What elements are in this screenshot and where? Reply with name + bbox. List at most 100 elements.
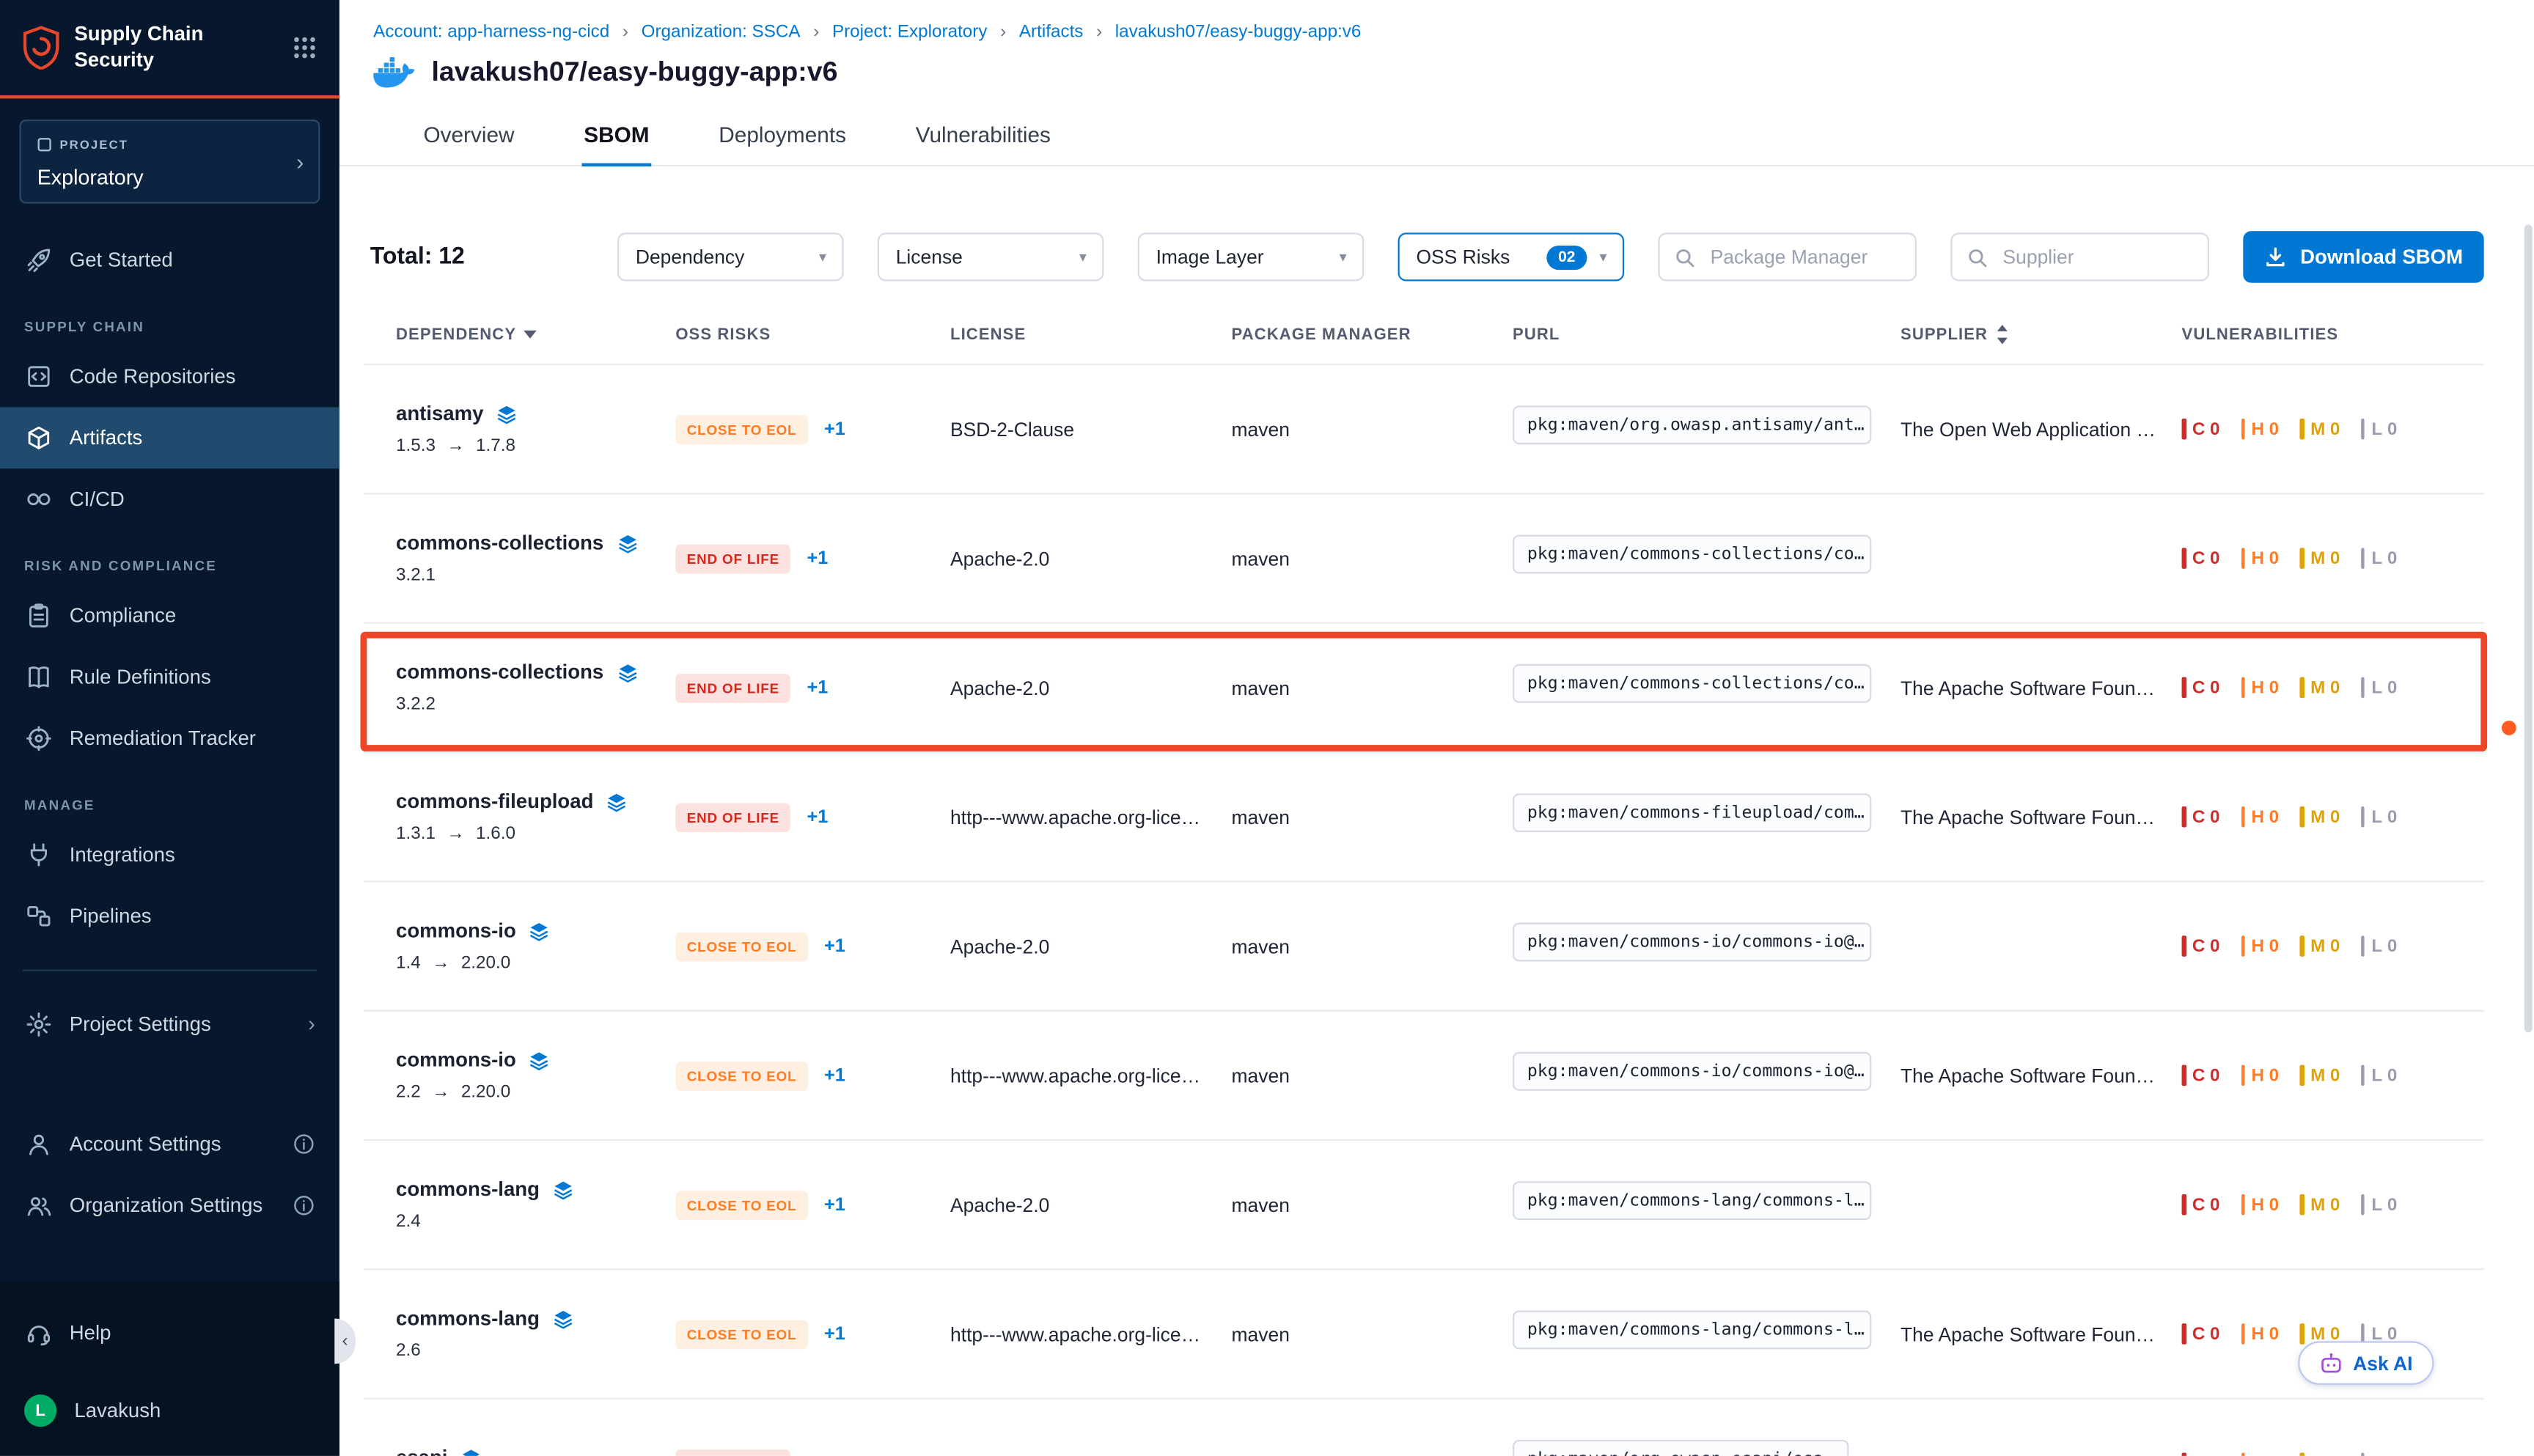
sidebar-item-organization-settings[interactable]: Organization Settings [0, 1174, 339, 1235]
severity-c: C0 [2182, 1452, 2220, 1455]
filter-label: License [896, 246, 963, 268]
ask-ai-button[interactable]: Ask AI [2298, 1341, 2434, 1385]
filter-oss-risks[interactable]: OSS Risks 02 ▾ [1398, 232, 1625, 281]
column-header-vulnerabilities[interactable]: VULNERABILITIES [2182, 325, 2484, 344]
risk-more-link[interactable]: +1 [824, 1324, 845, 1343]
module-grid-icon[interactable] [293, 35, 317, 59]
table-row-commons-collections-3-2-1[interactable]: commons-collections 3.2.1 END OF LIFE +1… [364, 493, 2484, 622]
toolbar: Total: 12 Dependency ▾ License ▾ Image L… [339, 166, 2534, 283]
table-row-antisamy-1-5-3[interactable]: antisamy 1.5.3→1.7.8 CLOSE TO EOL +1 BSD… [364, 364, 2484, 493]
supplier: The Open Web Application … [1900, 418, 2182, 441]
breadcrumb-item[interactable]: lavakush07/easy-buggy-app:v6 [1115, 23, 1362, 42]
sidebar-item-pipelines[interactable]: Pipelines [0, 885, 339, 946]
column-header-oss-risks[interactable]: OSS RISKS [675, 325, 950, 344]
title-row: lavakush07/easy-buggy-app:v6 [339, 42, 2534, 89]
download-sbom-button[interactable]: Download SBOM [2244, 231, 2484, 283]
filter-dependency[interactable]: Dependency ▾ [618, 232, 845, 281]
sidebar-item-code-repositories[interactable]: Code Repositories [0, 345, 339, 407]
project-selector[interactable]: PROJECT Exploratory › [19, 119, 320, 203]
column-header-purl[interactable]: PURL [1513, 325, 1900, 344]
dependency-cell: commons-fileupload 1.3.1→1.6.0 [396, 790, 675, 844]
sidebar-item-integrations[interactable]: Integrations [0, 823, 339, 885]
oss-risk-badge: END OF LIFE [675, 1449, 790, 1456]
severity-l: L0 [2361, 1065, 2397, 1087]
purl-chip[interactable]: pkg:maven/org.owasp.antisamy/ant… [1513, 405, 1871, 444]
breadcrumb-item[interactable]: Account: app-harness-ng-cicd [373, 23, 609, 42]
repo-icon [24, 363, 51, 389]
spacer [0, 1054, 339, 1112]
breadcrumb-item[interactable]: Artifacts [1019, 23, 1084, 42]
info-icon[interactable] [293, 1194, 315, 1216]
tab-overview[interactable]: Overview [422, 110, 515, 165]
layers-icon [617, 662, 638, 683]
purl-cell: pkg:maven/commons-lang/commons-l… [1513, 1181, 1900, 1228]
risk-more-link[interactable]: +1 [807, 678, 829, 697]
breadcrumb-item[interactable]: Project: Exploratory [832, 23, 988, 42]
sidebar-item-compliance[interactable]: Compliance [0, 584, 339, 646]
purl-chip[interactable]: pkg:maven/commons-io/commons-io@… [1513, 1052, 1871, 1091]
risk-more-link[interactable]: +1 [824, 1066, 845, 1085]
sidebar-item-get-started[interactable]: Get Started [0, 229, 339, 290]
tab-vulnerabilities[interactable]: Vulnerabilities [914, 110, 1053, 165]
table-row-commons-io-1-4[interactable]: commons-io 1.4→2.20.0 CLOSE TO EOL +1 Ap… [364, 880, 2484, 1010]
cube-icon [24, 424, 51, 450]
purl-chip[interactable]: pkg:maven/commons-io/commons-io@… [1513, 923, 1871, 962]
sidebar-item-project-settings[interactable]: Project Settings › [0, 993, 339, 1054]
search-input[interactable] [1707, 244, 1900, 270]
column-header-dependency[interactable]: DEPENDENCY [396, 325, 675, 344]
risk-more-link[interactable]: +1 [807, 548, 829, 567]
help-button[interactable]: Help [0, 1301, 339, 1365]
purl-chip[interactable]: pkg:maven/commons-collections/co… [1513, 664, 1871, 703]
purl-chip[interactable]: pkg:maven/commons-lang/commons-l… [1513, 1311, 1871, 1350]
plug-icon [24, 841, 51, 867]
dependency-name: commons-fileupload [396, 790, 593, 813]
user-menu[interactable]: L Lavakush [0, 1378, 339, 1443]
rocket-icon [24, 246, 51, 272]
purl-chip[interactable]: pkg:maven/commons-collections/co… [1513, 535, 1871, 574]
table-row-commons-lang-2-4[interactable]: commons-lang 2.4 CLOSE TO EOL +1 Apache-… [364, 1139, 2484, 1268]
table-row-esapi-x[interactable]: esapi END OF LIFE +1 BSD-3-Clause maven … [364, 1398, 2484, 1456]
info-icon[interactable] [293, 1132, 315, 1155]
filter-image-layer[interactable]: Image Layer ▾ [1138, 232, 1365, 281]
column-header-supplier[interactable]: SUPPLIER [1900, 325, 2182, 344]
risk-more-link[interactable]: +1 [807, 807, 829, 826]
sidebar-item-remediation-tracker[interactable]: Remediation Tracker [0, 707, 339, 768]
severity-h: H0 [2241, 1194, 2279, 1216]
risk-more-link[interactable]: +1 [824, 936, 845, 955]
search-icon [1967, 246, 1988, 268]
table-row-commons-fileupload-1-3-1[interactable]: commons-fileupload 1.3.1→1.6.0 END OF LI… [364, 751, 2484, 880]
oss-risk-badge: CLOSE TO EOL [675, 1061, 808, 1090]
sidebar-item-rule-definitions[interactable]: Rule Definitions [0, 646, 339, 707]
severity-m: M0 [2300, 419, 2340, 440]
tab-deployments[interactable]: Deployments [717, 110, 848, 165]
breadcrumb-item[interactable]: Organization: SSCA [642, 23, 801, 42]
table-row-commons-collections-3-2-2[interactable]: commons-collections 3.2.2 END OF LIFE +1… [364, 622, 2484, 751]
scrollbar[interactable] [2524, 224, 2533, 1032]
chevron-down-icon: ▾ [1600, 248, 1607, 265]
sidebar-header: Supply Chain Security [0, 0, 339, 98]
table-row-commons-io-2-2[interactable]: commons-io 2.2→2.20.0 CLOSE TO EOL +1 ht… [364, 1010, 2484, 1139]
tab-sbom[interactable]: SBOM [582, 110, 651, 165]
supplier: The Apache Software Foun… [1900, 806, 2182, 828]
table-row-commons-lang-2-6[interactable]: commons-lang 2.6 CLOSE TO EOL +1 http---… [364, 1268, 2484, 1397]
sidebar-item-ci-cd[interactable]: CI/CD [0, 468, 339, 529]
purl-chip[interactable]: pkg:maven/org.owasp.esapi/esa… [1513, 1440, 1848, 1456]
risk-more-link[interactable]: +1 [824, 1195, 845, 1214]
divider [23, 968, 317, 970]
purl-chip[interactable]: pkg:maven/commons-fileupload/com… [1513, 793, 1871, 832]
column-header-package-manager[interactable]: PACKAGE MANAGER [1232, 325, 1513, 344]
sidebar-item-account-settings[interactable]: Account Settings [0, 1113, 339, 1174]
risk-more-link[interactable]: +1 [824, 419, 845, 438]
search-input[interactable] [1999, 244, 2193, 270]
risk-more-link[interactable]: +1 [807, 1454, 829, 1456]
purl-chip[interactable]: pkg:maven/commons-lang/commons-l… [1513, 1181, 1871, 1220]
column-header-license[interactable]: LICENSE [950, 325, 1232, 344]
sidebar-item-artifacts[interactable]: Artifacts [0, 406, 339, 468]
vulnerability-counts: C0H0M0L0 [2182, 1065, 2484, 1087]
main-content: Account: app-harness-ng-cicd›Organizatio… [339, 0, 2534, 1456]
column-header-label: DEPENDENCY [396, 326, 516, 343]
oss-risk-cell: CLOSE TO EOL +1 [675, 932, 950, 961]
chevron-down-icon: ▾ [1340, 248, 1347, 265]
person-icon [24, 1130, 51, 1156]
filter-license[interactable]: License ▾ [878, 232, 1104, 281]
